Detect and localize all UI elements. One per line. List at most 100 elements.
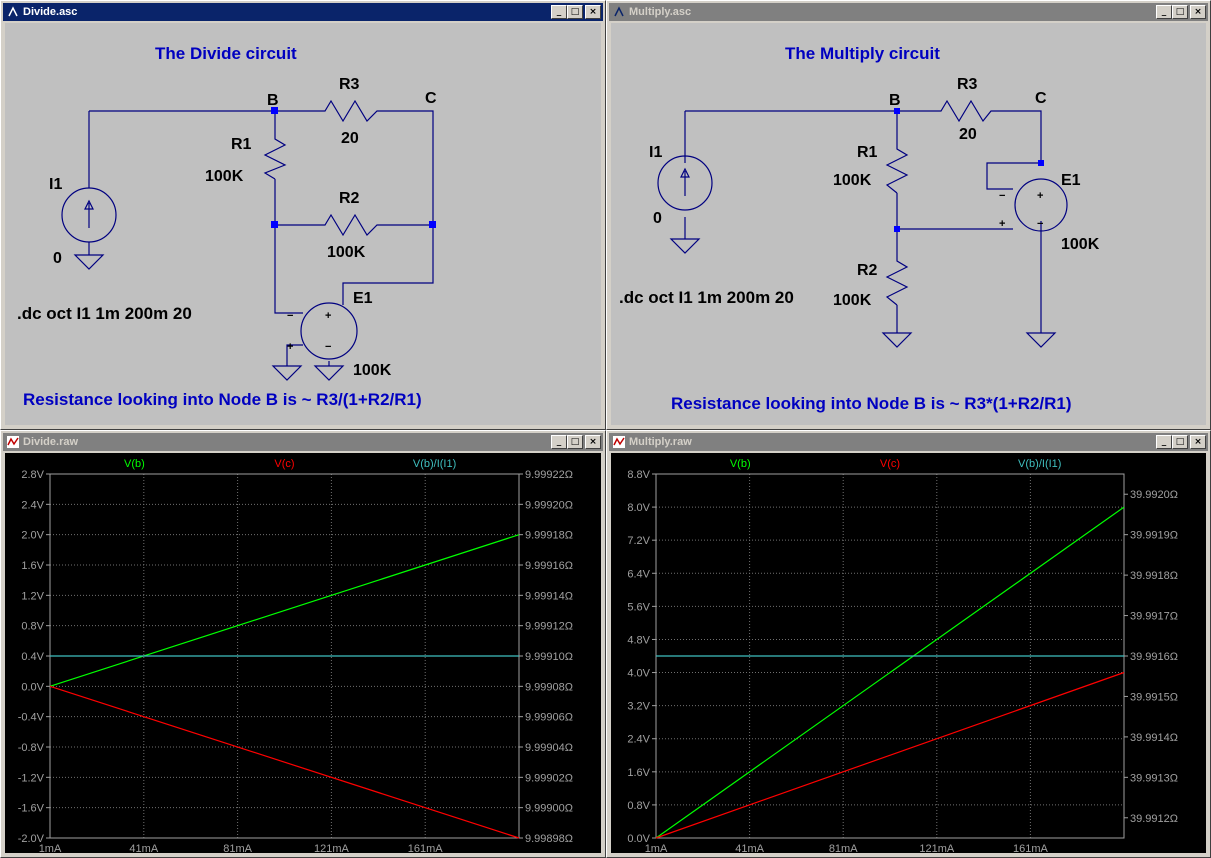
divide-waveform-titlebar[interactable]: Divide.raw _ □ × xyxy=(3,433,603,451)
minimize-button[interactable]: _ xyxy=(1156,435,1172,449)
y-left-tick-label: -1.2V xyxy=(18,772,45,784)
window-title: Divide.raw xyxy=(23,436,79,448)
schematic-heading: The Divide circuit xyxy=(155,44,297,63)
divide-plot-svg[interactable]: 1mA 41mA 81mA 121mA 161mA2.8V2.4V2.0V1.6V1.2… xyxy=(5,453,601,853)
spice-directive[interactable]: .dc oct I1 1m 200m 20 xyxy=(17,304,192,323)
schematic-icon xyxy=(8,6,18,17)
close-button[interactable]: × xyxy=(585,5,601,19)
e1-value: 100K xyxy=(1061,236,1100,253)
y-left-tick-label: 0.0V xyxy=(21,681,44,693)
schematic-icon xyxy=(614,6,624,17)
minimize-button[interactable]: _ xyxy=(551,435,567,449)
y-right-tick-label: 39.9914Ω xyxy=(1130,732,1178,744)
multiply-schematic-window[interactable]: Multiply.asc _ □ × + − − + The Multiply … xyxy=(606,0,1211,430)
minimize-button[interactable]: _ xyxy=(1156,5,1172,19)
y-left-tick-label: 1.2V xyxy=(21,590,44,602)
y-right-tick-label: 9.99908Ω xyxy=(525,681,573,693)
multiply-plot-svg[interactable]: 1mA 41mA 81mA 121mA 161mA8.8V8.0V7.2V6.4V5.6… xyxy=(611,453,1206,853)
node-c-label: C xyxy=(425,90,437,107)
i1-value: 0 xyxy=(53,250,62,267)
schematic-heading: The Multiply circuit xyxy=(785,44,940,63)
svg-text:+: + xyxy=(1037,190,1043,202)
y-right-tick-label: 39.9912Ω xyxy=(1130,813,1178,825)
svg-text:−: − xyxy=(325,341,331,353)
y-left-tick-label: -2.0V xyxy=(18,833,45,845)
y-left-tick-label: -0.4V xyxy=(18,712,45,724)
series-line xyxy=(655,671,1125,839)
multiply-waveform-window[interactable]: Multiply.raw _ □ × 1mA 41mA 81mA 121mA 161mA… xyxy=(606,430,1211,858)
y-right-tick-label: 39.9920Ω xyxy=(1130,489,1178,501)
x-tick-label: 121mA xyxy=(919,843,955,853)
minimize-button[interactable]: _ xyxy=(551,5,567,19)
r1-label: R1 xyxy=(857,144,878,161)
multiply-schematic-canvas[interactable]: + − − + The Multiply circuit B C R3 20 R1 … xyxy=(611,23,1206,425)
x-tick-label: 161mA xyxy=(408,843,444,853)
x-tick-label: 41mA xyxy=(129,843,158,853)
y-left-tick-label: 0.8V xyxy=(627,800,650,812)
y-left-tick-label: 4.8V xyxy=(627,634,650,646)
close-button[interactable]: × xyxy=(1190,435,1206,449)
r3-label: R3 xyxy=(957,76,978,93)
svg-text:−: − xyxy=(999,190,1005,202)
node-b-label: B xyxy=(267,92,279,109)
svg-text:+: + xyxy=(325,310,331,322)
waveform-icon xyxy=(7,436,19,448)
y-left-tick-label: 0.4V xyxy=(21,651,44,663)
y-left-tick-label: 2.8V xyxy=(21,469,44,481)
y-right-tick-label: 9.99912Ω xyxy=(525,621,573,633)
x-tick-label: 41mA xyxy=(735,843,764,853)
y-right-tick-label: 39.9917Ω xyxy=(1130,611,1178,623)
multiply-schematic-titlebar[interactable]: Multiply.asc _ □ × xyxy=(609,3,1208,21)
y-left-tick-label: 2.4V xyxy=(627,734,650,746)
y-left-tick-label: 2.0V xyxy=(21,530,44,542)
y-left-tick-label: 7.2V xyxy=(627,535,650,547)
r2-value: 100K xyxy=(327,244,366,261)
series-line xyxy=(49,685,520,839)
node-c-label: C xyxy=(1035,90,1047,107)
y-left-tick-label: -0.8V xyxy=(18,742,45,754)
legend-entry: V(b)/I(I1) xyxy=(1018,458,1061,470)
y-right-tick-label: 9.99910Ω xyxy=(525,651,573,663)
y-right-tick-label: 9.99920Ω xyxy=(525,499,573,511)
svg-text:−: − xyxy=(287,310,293,322)
divide-schematic-window[interactable]: Divide.asc _ □ × + − − + The Divide circ… xyxy=(0,0,606,430)
close-button[interactable]: × xyxy=(585,435,601,449)
divide-waveform-window[interactable]: Divide.raw _ □ × 1mA 41mA 81mA 121mA 161mA 2.… xyxy=(0,430,606,858)
y-left-tick-label: 2.4V xyxy=(21,499,44,511)
y-left-tick-label: 6.4V xyxy=(627,568,650,580)
r1-value: 100K xyxy=(205,168,244,185)
y-right-tick-label: 39.9919Ω xyxy=(1130,530,1178,542)
y-left-tick-label: 8.8V xyxy=(627,469,650,481)
maximize-button[interactable]: □ xyxy=(567,5,583,19)
divide-schematic-titlebar[interactable]: Divide.asc _ □ × xyxy=(3,3,603,21)
y-left-tick-label: 4.0V xyxy=(627,668,650,680)
maximize-button[interactable]: □ xyxy=(1172,435,1188,449)
multiply-plot-pane[interactable]: 1mA 41mA 81mA 121mA 161mA 8.8V 8.0V 7.2V 6.4V 5.6… xyxy=(611,453,1206,853)
window-title: Divide.asc xyxy=(23,6,78,18)
maximize-button[interactable]: □ xyxy=(1172,5,1188,19)
svg-text:+: + xyxy=(287,341,293,353)
i1-value: 0 xyxy=(653,210,662,227)
y-right-tick-label: 39.9913Ω xyxy=(1130,772,1178,784)
y-left-tick-label: 5.6V xyxy=(627,601,650,613)
waveform-icon xyxy=(613,436,625,448)
divide-schematic-canvas[interactable]: + − − + The Divide circuit B C R3 20 R1 10… xyxy=(5,23,601,425)
spice-directive[interactable]: .dc oct I1 1m 200m 20 xyxy=(619,288,794,307)
legend-entry: V(c) xyxy=(274,458,294,470)
window-title: Multiply.asc xyxy=(629,6,692,18)
multiply-waveform-titlebar[interactable]: Multiply.raw _ □ × xyxy=(609,433,1208,451)
legend-entry: V(b) xyxy=(124,458,145,470)
y-left-tick-label: -1.6V xyxy=(18,803,45,815)
divide-plot-pane[interactable]: 1mA 41mA 81mA 121mA 161mA 2.8V 2.4V 2.0V 1.6V 1.2… xyxy=(5,453,601,853)
y-right-tick-label: 9.99902Ω xyxy=(525,772,573,784)
series-line xyxy=(49,534,520,687)
y-right-tick-label: 9.99904Ω xyxy=(525,742,573,754)
x-tick-label: 81mA xyxy=(829,843,858,853)
schematic-note: Resistance looking into Node B is ~ R3/(… xyxy=(23,390,422,409)
maximize-button[interactable]: □ xyxy=(567,435,583,449)
r3-value: 20 xyxy=(959,126,977,143)
schematic-note: Resistance looking into Node B is ~ R3*(… xyxy=(671,394,1072,413)
y-left-tick-label: 0.8V xyxy=(21,621,44,633)
y-right-tick-label: 9.99922Ω xyxy=(525,469,573,481)
close-button[interactable]: × xyxy=(1190,5,1206,19)
